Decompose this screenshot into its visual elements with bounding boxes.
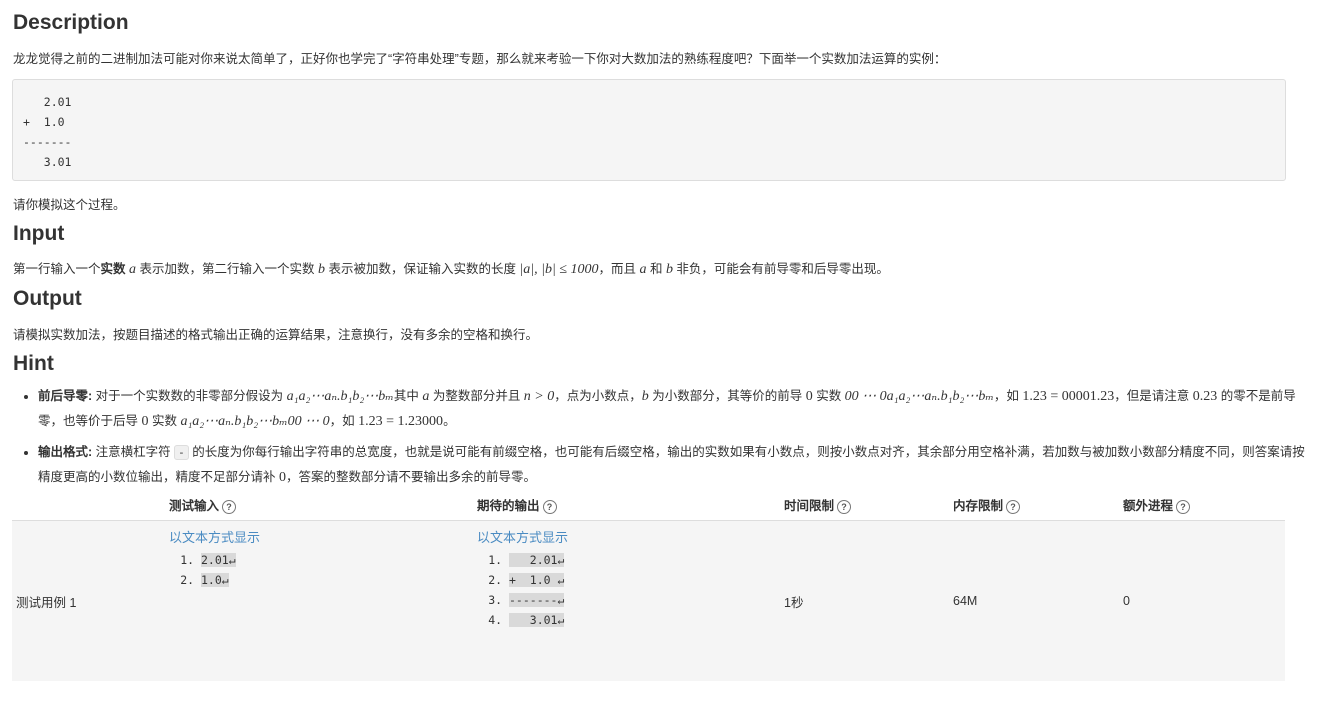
test-case-name: 测试用例 1 [12, 520, 165, 681]
show-as-text-link[interactable]: 以文本方式显示 [169, 530, 260, 545]
table-row: 测试用例 1 以文本方式显示 2.01↵ 1.0↵ 以文本方式显示 2.01↵ … [12, 520, 1285, 681]
question-icon[interactable]: ? [1006, 499, 1021, 514]
test-input-cell: 以文本方式显示 2.01↵ 1.0↵ [165, 520, 473, 681]
input-heading: Input [13, 222, 65, 245]
col-expected: 期待的输出? [473, 491, 780, 521]
list-item: -------↵ [509, 590, 776, 610]
show-as-text-link[interactable]: 以文本方式显示 [477, 530, 568, 545]
question-icon[interactable]: ? [222, 499, 237, 514]
hint-output-format: 输出格式: 注意横杠字符 - 的长度为你每行输出字符串的总宽度，也就是说可能有前… [38, 440, 1308, 490]
problem-page: Description 龙龙觉得之前的二进制加法可能对你来说太简单了，正好你也学… [0, 0, 1344, 715]
col-memory: 内存限制? [949, 491, 1119, 521]
hint-leading-zeros: 前后导零: 对于一个实数数的非零部分假设为 a₁a₂⋯aₙ.b₁b₂⋯bₘ其中 … [38, 384, 1308, 434]
output-heading: Output [13, 287, 82, 310]
input-text: 第一行输入一个实数 a 表示加数，第二行输入一个实数 b 表示被加数，保证输入实… [13, 262, 889, 277]
question-icon[interactable]: ? [837, 499, 852, 514]
question-icon[interactable]: ? [1176, 499, 1191, 514]
example-code: 2.01 + 1.0 ------- 3.01 [23, 95, 72, 169]
list-item: 1.0↵ [201, 570, 469, 590]
expected-output-lines: 2.01↵ + 1.0 ↵ -------↵ 3.01↵ [477, 550, 776, 630]
description-text: 龙龙觉得之前的二进制加法可能对你来说太简单了，正好你也学完了“字符串处理”专题，… [13, 52, 947, 66]
test-case-table: 测试输入? 期待的输出? 时间限制? 内存限制? 额外进程? 测试用例 1 以文… [12, 491, 1285, 681]
col-input: 测试输入? [165, 491, 473, 521]
hint-list: 前后导零: 对于一个实数数的非零部分假设为 a₁a₂⋯aₙ.b₁b₂⋯bₘ其中 … [20, 384, 1308, 496]
col-procs: 额外进程? [1119, 491, 1285, 521]
list-item: 3.01↵ [509, 610, 776, 630]
memory-limit: 64M [949, 520, 1119, 681]
test-input-lines: 2.01↵ 1.0↵ [169, 550, 469, 590]
expected-output-cell: 以文本方式显示 2.01↵ + 1.0 ↵ -------↵ 3.01↵ [473, 520, 780, 681]
extra-processes: 0 [1119, 520, 1285, 681]
time-limit: 1秒 [780, 520, 949, 681]
col-case [12, 491, 165, 521]
list-item: 2.01↵ [509, 550, 776, 570]
question-icon[interactable]: ? [542, 499, 557, 514]
output-text: 请模拟实数加法，按题目描述的格式输出正确的运算结果，注意换行，没有多余的空格和换… [13, 328, 539, 342]
list-item: + 1.0 ↵ [509, 570, 776, 590]
col-time: 时间限制? [780, 491, 949, 521]
description-after: 请你模拟这个过程。 [13, 198, 126, 212]
example-code-block: 2.01 + 1.0 ------- 3.01 [12, 79, 1286, 181]
dash-code: - [174, 445, 189, 460]
list-item: 2.01↵ [201, 550, 469, 570]
description-heading: Description [13, 11, 129, 34]
hint-heading: Hint [13, 352, 54, 375]
